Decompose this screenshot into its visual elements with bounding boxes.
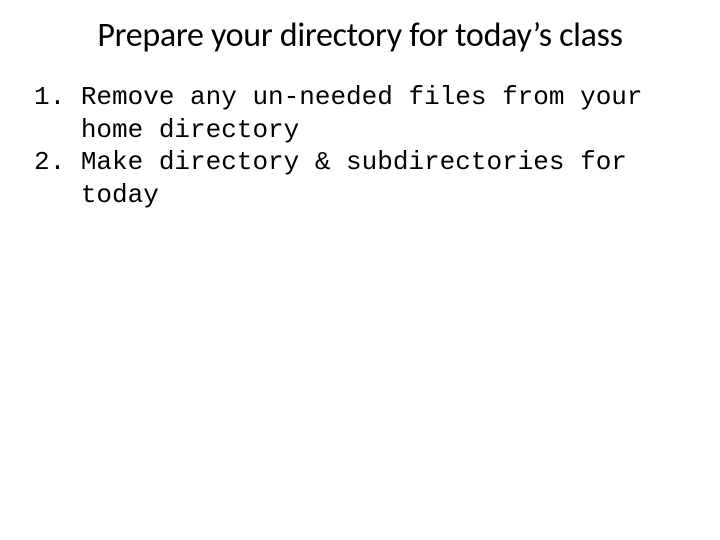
list-item: 1. Remove any un-needed files from your … <box>34 81 690 146</box>
slide: Prepare your directory for today’s class… <box>0 0 720 540</box>
list-marker: 2. <box>34 146 81 179</box>
slide-title: Prepare your directory for today’s class <box>30 16 690 55</box>
list-text: Make directory & subdirectories for toda… <box>81 146 690 211</box>
instruction-list: 1. Remove any un-needed files from your … <box>30 81 690 211</box>
list-text: Remove any un-needed files from your hom… <box>81 81 690 146</box>
list-marker: 1. <box>34 81 81 114</box>
list-item: 2. Make directory & subdirectories for t… <box>34 146 690 211</box>
